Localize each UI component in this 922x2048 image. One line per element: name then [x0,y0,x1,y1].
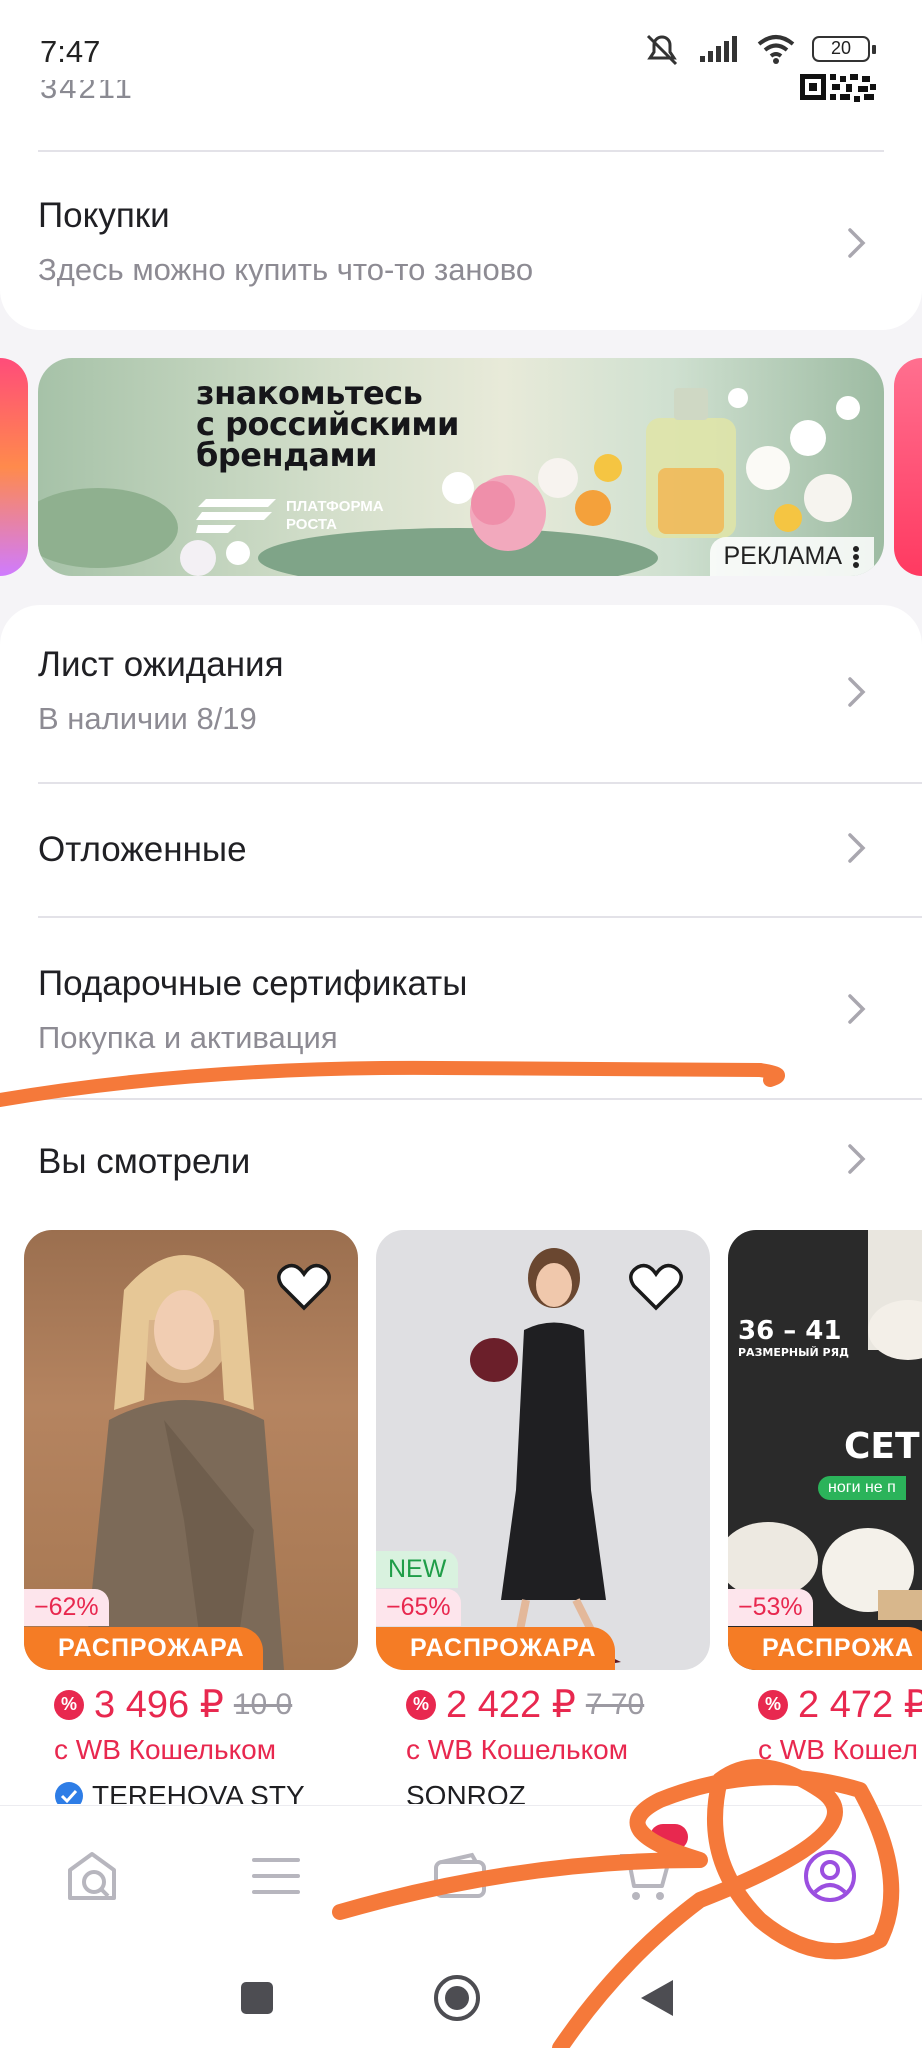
menu-icon [252,1858,300,1894]
brand-name: TEREHOVA STY [92,1780,305,1804]
square-icon [241,1982,273,2014]
product-card[interactable]: NEW −65% РАСПРОЖАРА [376,1230,710,1670]
status-time: 7:47 [40,34,101,69]
gift-cards-title: Подарочные сертификаты [38,964,468,1003]
more-vertical-icon [853,545,859,568]
prev-banner-peek[interactable] [0,358,28,576]
discount-badge: −53% [728,1589,813,1626]
gift-cards-row[interactable]: Подарочные сертификаты Покупка и активац… [0,918,922,1098]
waitlist-subtitle: В наличии 8/19 [38,701,257,736]
product-brand: SONROZ [406,1780,682,1804]
wifi-icon [757,35,795,64]
sale-badge: РАСПРОЖА [728,1627,922,1670]
wallet-price-label: с WB Кошел [758,1734,918,1765]
discount-badge: −65% [376,1589,461,1626]
size-range: 36 – 41 [738,1316,842,1346]
waitlist-row[interactable]: Лист ожидания В наличии 8/19 [0,605,922,781]
home-search-icon [68,1852,116,1900]
deferred-row[interactable]: Отложенные [0,784,922,914]
cart-badge [650,1824,688,1850]
old-price: 7 70 [585,1687,645,1721]
battery-icon: 20 [812,36,876,62]
discount-percent-icon: % [54,1689,84,1720]
discount-badge: −62% [24,1589,109,1626]
wallet-price-label: с WB Кошельком [406,1734,628,1765]
signal-icon [700,36,737,62]
status-icons: 20 [642,32,876,66]
gift-cards-subtitle: Покупка и активация [38,1020,338,1055]
deferred-title: Отложенные [38,830,247,869]
discount-percent-icon: % [758,1689,788,1720]
discount-percent-icon: % [406,1689,436,1720]
ad-label-text: РЕКЛАМА [723,542,843,570]
size-range-label: 36 – 41 РАЗМЕРНЫЙ РЯД [738,1316,849,1359]
product-price: % 2 422 ₽ 7 70 [406,1682,644,1727]
qr-code-icon [800,74,876,102]
chevron-right-icon [848,833,866,863]
system-nav-bar [0,1945,922,2048]
price-value: 3 496 ₽ [94,1684,224,1726]
price-value: 2 422 ₽ [446,1684,576,1726]
heart-icon[interactable] [276,1262,332,1312]
purchases-subtitle: Здесь можно купить что-то заново [38,252,534,287]
promo-banner[interactable]: знакомьтесь с российскими брендами ПЛАТФ… [38,358,884,576]
old-price: 10 0 [233,1687,293,1721]
wallet-icon [434,1852,486,1898]
product-price: % 3 496 ₽ 10 0 [54,1682,292,1727]
product-card[interactable]: −62% РАСПРОЖАРА [24,1230,358,1670]
promo-sub: ноги не п [818,1476,906,1500]
platform-logo: ПЛАТФОРМА РОСТА [196,498,406,534]
product-card[interactable]: 36 – 41 РАЗМЕРНЫЙ РЯД СЕТ ноги не п −53%… [728,1230,922,1670]
brand-clip: SONROZ [406,1780,682,1804]
verified-icon [55,1782,83,1804]
sale-badge: РАСПРОЖАРА [24,1627,263,1670]
price-value: 2 472 ₽ [798,1684,922,1726]
banner-headline-line: брендами [196,436,378,474]
purchases-title: Покупки [38,196,170,235]
back-button[interactable] [632,1973,682,2023]
waitlist-title: Лист ожидания [38,645,284,684]
purchases-row[interactable]: Покупки Здесь можно купить что-то заново [0,152,922,322]
viewed-title: Вы смотрели [38,1142,251,1181]
chevron-right-icon [848,677,866,707]
platform-text: ПЛАТФОРМА РОСТА [286,498,384,533]
product-brand: TEREHOVA STY [54,1780,330,1804]
banner-headline: знакомьтесь с российскими брендами [196,377,459,474]
tab-home[interactable] [52,1836,132,1916]
tab-bar [0,1805,922,1945]
new-badge: NEW [376,1551,459,1588]
ad-label[interactable]: РЕКЛАМА [709,537,874,576]
back-triangle-icon [641,1980,673,2016]
profile-icon [804,1850,856,1902]
battery-level: 20 [830,38,852,58]
brand-clip: TEREHOVA STY [54,1780,330,1804]
cart-icon [620,1854,670,1900]
chevron-right-icon [848,994,866,1024]
home-circle-icon [434,1975,480,2021]
tab-catalog[interactable] [236,1836,316,1916]
tab-wallet[interactable] [420,1836,500,1916]
status-bar: 7:47 20 [0,0,922,102]
recents-button[interactable] [232,1973,282,2023]
home-button[interactable] [432,1973,482,2023]
wallet-price-label: с WB Кошельком [54,1734,276,1765]
sale-badge: РАСПРОЖАРА [376,1627,615,1670]
next-banner-peek[interactable] [894,358,922,576]
tab-cart[interactable] [604,1824,688,1916]
promo-label: СЕТ [844,1426,920,1467]
size-caption: РАЗМЕРНЫЙ РЯД [738,1346,849,1359]
mute-bell-icon [646,34,678,66]
viewed-header[interactable]: Вы смотрели [0,1100,922,1220]
product-price: % 2 472 ₽ [758,1682,922,1727]
platform-logo-icon [196,499,276,533]
chevron-right-icon [848,1144,866,1174]
brand-name: SONROZ [406,1780,526,1804]
heart-icon[interactable] [628,1262,684,1312]
chevron-right-icon [848,228,866,258]
price-clip: % 2 472 ₽ с WB Кошел [758,1680,922,1780]
tab-profile[interactable] [790,1836,870,1916]
